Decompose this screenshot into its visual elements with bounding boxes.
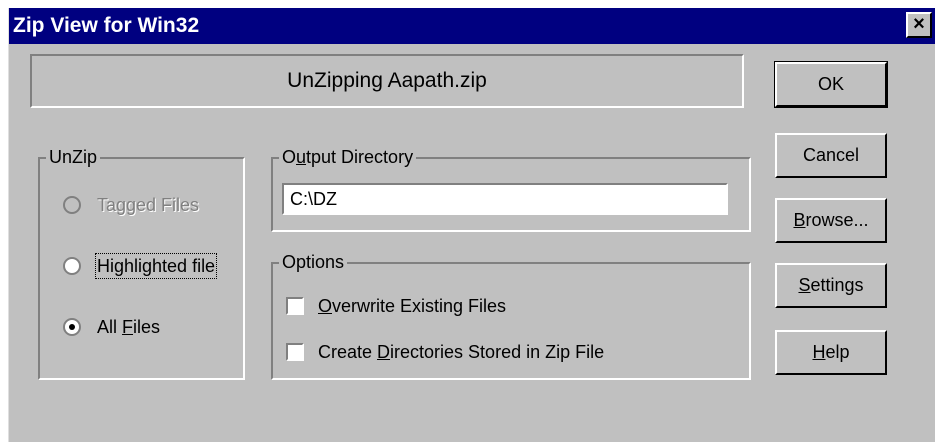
ok-button-label: OK xyxy=(817,74,844,94)
overwrite-checkbox[interactable] xyxy=(286,297,304,315)
output-directory-legend: Output Directory xyxy=(279,146,417,168)
title-bar[interactable]: Zip View for Win32 × xyxy=(9,8,935,44)
radio-tagged-files[interactable] xyxy=(63,196,81,214)
settings-button[interactable]: Settings xyxy=(775,263,887,308)
radio-highlighted-file[interactable] xyxy=(63,257,81,275)
settings-button-label: Settings xyxy=(798,275,864,295)
status-banner: UnZipping Aapath.zip xyxy=(30,54,744,108)
output-directory-input[interactable]: C:\DZ xyxy=(282,183,728,215)
browse-button[interactable]: Browse... xyxy=(775,198,887,243)
radio-tagged-files-label: Tagged Files xyxy=(97,195,200,215)
browse-button-label: Browse... xyxy=(793,210,869,230)
close-button[interactable]: × xyxy=(906,12,932,38)
radio-selected-dot xyxy=(69,324,75,330)
overwrite-checkbox-label: Overwrite Existing Files xyxy=(318,296,507,316)
create-directories-checkbox[interactable] xyxy=(286,343,304,361)
radio-all-files[interactable] xyxy=(63,318,81,336)
banner-text: UnZipping Aapath.zip xyxy=(287,69,487,92)
cancel-button[interactable]: Cancel xyxy=(775,133,887,178)
radio-highlighted-file-label: Highlighted file xyxy=(94,253,218,279)
help-button[interactable]: Help xyxy=(775,330,887,375)
help-button-label: Help xyxy=(812,342,850,362)
close-icon: × xyxy=(913,13,925,35)
cancel-button-label: Cancel xyxy=(802,145,860,165)
window-title: Zip View for Win32 xyxy=(13,14,200,37)
options-legend: Options xyxy=(279,251,348,273)
unzip-group-legend: UnZip xyxy=(46,146,101,168)
ok-button[interactable]: OK xyxy=(774,61,888,108)
radio-all-files-label: All Files xyxy=(97,317,161,337)
create-directories-checkbox-label: Create Directories Stored in Zip File xyxy=(318,342,605,362)
